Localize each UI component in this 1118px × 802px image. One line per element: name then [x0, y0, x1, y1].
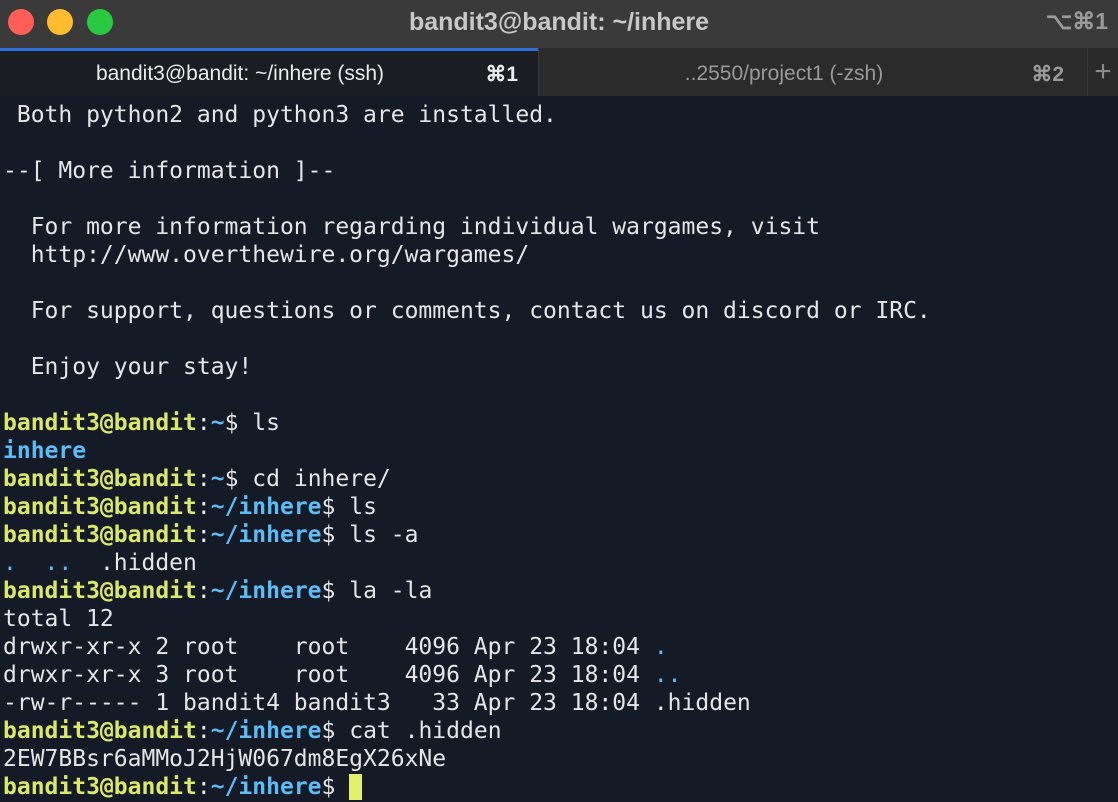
- tab-shortcut: ⌘2: [1031, 63, 1064, 86]
- password-output: 2EW7BBsr6aMMoJ2HjW067dm8EgX26xNe: [3, 746, 447, 772]
- prompt-line[interactable]: bandit3@bandit:~/inhere$: [3, 773, 363, 801]
- prompt-colon: :: [196, 774, 211, 800]
- prompt-directory: ~/inhere: [210, 522, 322, 548]
- prompt-user-host: bandit3@bandit: [3, 494, 197, 520]
- text-cursor: [349, 774, 363, 800]
- command-input[interactable]: [335, 774, 349, 800]
- terminal-line: total 12: [3, 605, 114, 633]
- output-text: For support, questions or comments, cont…: [3, 298, 931, 324]
- listing-row: drwxr-xr-x 3 root root 4096 Apr 23 18:04…: [3, 661, 682, 689]
- prompt-directory: ~/inhere: [210, 718, 322, 744]
- terminal-line: . .. .hidden: [3, 549, 197, 577]
- command-text: ls: [335, 494, 377, 520]
- prompt-line: bandit3@bandit:~/inhere$ cat .hidden: [3, 717, 502, 745]
- terminal-output[interactable]: Both python2 and python3 are installed. …: [0, 101, 1118, 802]
- prompt-line: bandit3@bandit:~$ ls: [3, 409, 280, 437]
- directory-entry: .: [653, 634, 668, 660]
- prompt-colon: :: [196, 410, 211, 436]
- prompt-colon: :: [196, 494, 211, 520]
- prompt-dollar: $: [224, 410, 239, 436]
- terminal-line: 2EW7BBsr6aMMoJ2HjW067dm8EgX26xNe: [3, 745, 446, 773]
- prompt-directory: ~/inhere: [210, 578, 322, 604]
- prompt-colon: :: [196, 466, 211, 492]
- prompt-user-host: bandit3@bandit: [3, 410, 197, 436]
- prompt-line: bandit3@bandit:~/inhere$ ls -a: [3, 521, 418, 549]
- command-text: cat .hidden: [335, 718, 502, 744]
- output-text: --[ More information ]--: [3, 158, 336, 184]
- output-text: Both python2 and python3 are installed.: [3, 102, 557, 128]
- command-text: ls -a: [335, 522, 419, 548]
- terminal-line: inhere: [3, 437, 86, 465]
- terminal-line: For support, questions or comments, cont…: [3, 297, 931, 325]
- prompt-colon: :: [196, 522, 211, 548]
- tab-ssh[interactable]: bandit3@bandit: ~/inhere (ssh) ⌘1: [0, 48, 538, 96]
- prompt-directory: ~/inhere: [210, 494, 322, 520]
- window-shortcut: ⌥⌘1: [1045, 8, 1108, 34]
- terminal-line: Both python2 and python3 are installed.: [3, 101, 557, 129]
- tab-zsh[interactable]: ..2550/project1 (-zsh) ⌘2: [538, 48, 1086, 96]
- tab-label: ..2550/project1 (-zsh): [684, 62, 884, 85]
- output-text: For more information regarding individua…: [3, 214, 820, 240]
- prompt-colon: :: [196, 578, 211, 604]
- terminal-line: --[ More information ]--: [3, 157, 335, 185]
- prompt-user-host: bandit3@bandit: [3, 718, 197, 744]
- prompt-line: bandit3@bandit:~/inhere$ la -la: [3, 577, 432, 605]
- window-title: bandit3@bandit: ~/inhere: [408, 8, 710, 36]
- output-link[interactable]: http://www.overthewire.org/wargames/: [3, 242, 530, 268]
- listing-row: -rw-r----- 1 bandit4 bandit3 33 Apr 23 1…: [3, 689, 751, 717]
- new-tab-button[interactable]: +: [1087, 48, 1118, 96]
- listing-row: drwxr-xr-x 2 root root 4096 Apr 23 18:04…: [3, 633, 668, 661]
- terminal-line: http://www.overthewire.org/wargames/: [3, 241, 530, 269]
- file-entry: .hidden: [653, 690, 751, 716]
- prompt-line: bandit3@bandit:~/inhere$ ls: [3, 493, 377, 521]
- listing-meta: -rw-r----- 1 bandit4 bandit3 33 Apr 23 1…: [3, 690, 654, 716]
- directory-entry: . ..: [3, 550, 73, 576]
- prompt-dollar: $: [321, 774, 336, 800]
- prompt-directory: ~/inhere: [210, 774, 322, 800]
- prompt-dollar: $: [321, 494, 336, 520]
- prompt-user-host: bandit3@bandit: [3, 466, 197, 492]
- prompt-directory: ~: [210, 466, 225, 492]
- directory-entry: inhere: [3, 438, 87, 464]
- prompt-user-host: bandit3@bandit: [3, 578, 197, 604]
- tab-label: bandit3@bandit: ~/inhere (ssh): [95, 62, 385, 85]
- prompt-dollar: $: [321, 578, 336, 604]
- terminal-window: bandit3@bandit: ~/inhere ⌥⌘1 bandit3@ban…: [0, 0, 1118, 802]
- prompt-directory: ~: [210, 410, 225, 436]
- terminal-line: For more information regarding individua…: [3, 213, 820, 241]
- prompt-dollar: $: [321, 718, 336, 744]
- prompt-user-host: bandit3@bandit: [3, 774, 197, 800]
- terminal-line: Enjoy your stay!: [3, 353, 253, 381]
- prompt-line: bandit3@bandit:~$ cd inhere/: [3, 465, 391, 493]
- output-text: total 12: [3, 606, 114, 632]
- prompt-dollar: $: [224, 466, 239, 492]
- directory-entry: ..: [653, 662, 682, 688]
- command-text: ls: [238, 410, 280, 436]
- command-text: la -la: [335, 578, 433, 604]
- listing-meta: drwxr-xr-x 2 root root 4096 Apr 23 18:04: [3, 634, 654, 660]
- prompt-colon: :: [196, 718, 211, 744]
- prompt-user-host: bandit3@bandit: [3, 522, 197, 548]
- prompt-dollar: $: [321, 522, 336, 548]
- file-entry: .hidden: [72, 550, 197, 576]
- command-text: cd inhere/: [238, 466, 391, 492]
- output-text: Enjoy your stay!: [3, 354, 253, 380]
- listing-meta: drwxr-xr-x 3 root root 4096 Apr 23 18:04: [3, 662, 654, 688]
- tab-shortcut: ⌘1: [485, 63, 518, 86]
- tab-bar: bandit3@bandit: ~/inhere (ssh) ⌘1 ..2550…: [0, 48, 1118, 96]
- title-bar[interactable]: bandit3@bandit: ~/inhere ⌥⌘1: [0, 0, 1118, 48]
